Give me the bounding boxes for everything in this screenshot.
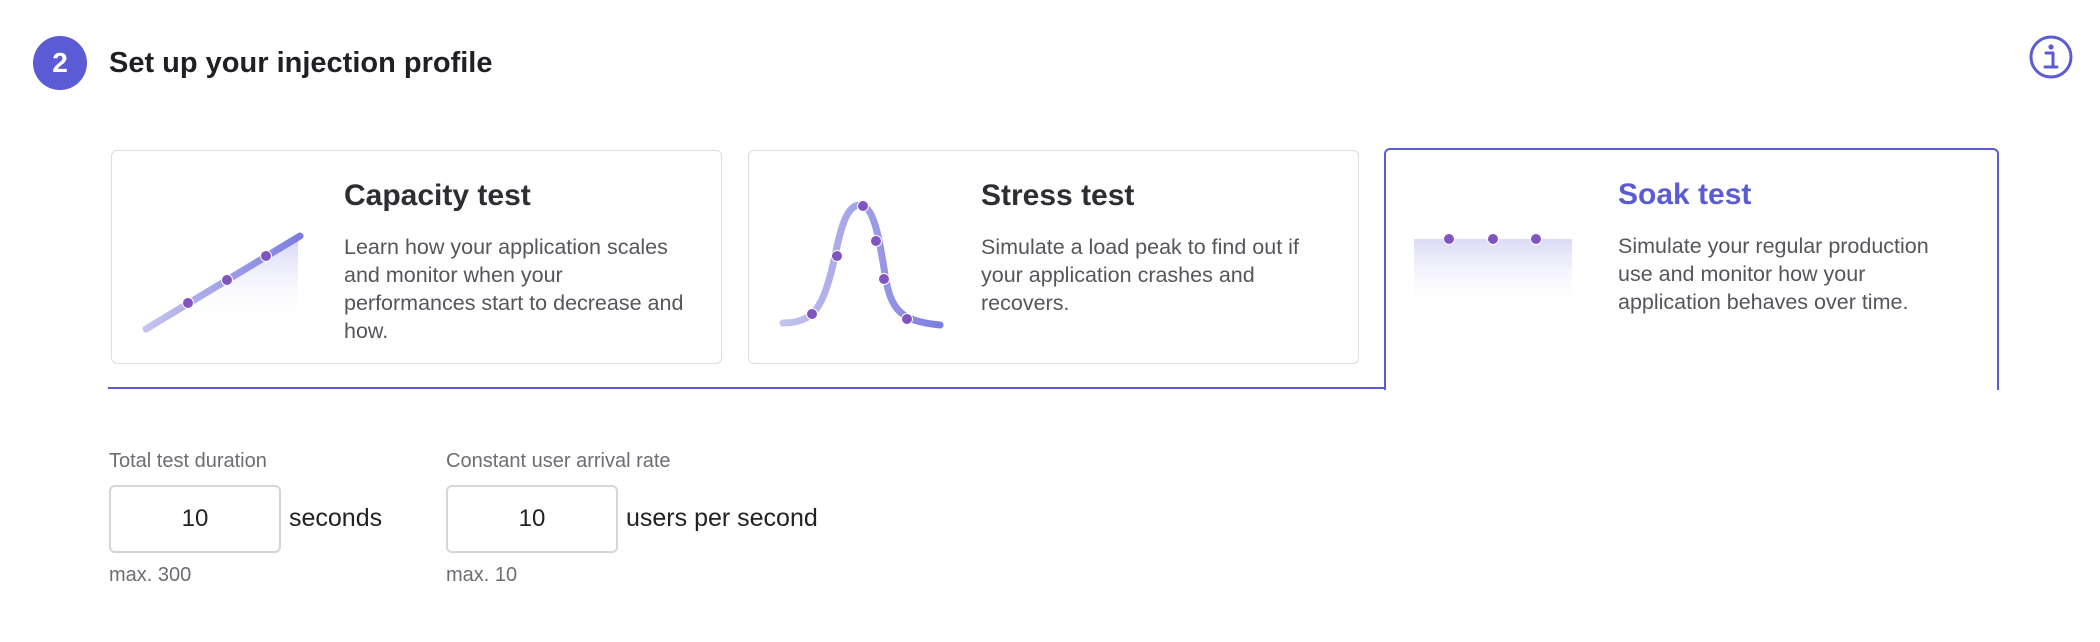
soak-flat-icon [1412, 233, 1576, 311]
profile-card-soak[interactable]: Soak test Simulate your regular producti… [1384, 148, 1999, 390]
profile-title: Capacity test [344, 179, 531, 212]
capacity-curve-icon [142, 232, 304, 333]
duration-input[interactable] [109, 485, 281, 553]
profile-card-stress[interactable]: Stress test Simulate a load peak to find… [748, 150, 1359, 364]
duration-max-hint: max. 300 [109, 564, 192, 586]
arrival-rate-max-hint: max. 10 [446, 564, 518, 586]
profile-title: Soak test [1618, 178, 1752, 211]
arrival-rate-label: Constant user arrival rate [446, 450, 671, 472]
selected-tab-underline [108, 387, 1386, 389]
profile-card-capacity[interactable]: Capacity test Learn how your application… [111, 150, 722, 364]
duration-label: Total test duration [109, 450, 267, 472]
profile-description: Simulate your regular production use and… [1618, 234, 1929, 314]
arrival-rate-input[interactable] [446, 485, 618, 553]
step-number-badge: 2 [33, 36, 87, 90]
duration-unit: seconds [289, 504, 383, 532]
section-title: Set up your injection profile [109, 47, 493, 79]
stress-peak-icon [779, 200, 944, 329]
info-circle-icon[interactable] [2028, 34, 2074, 80]
profile-description: Simulate a load peak to find out if your… [981, 235, 1299, 315]
profile-title: Stress test [981, 179, 1135, 212]
profile-description: Learn how your application scales and mo… [344, 235, 684, 343]
arrival-rate-unit: users per second [626, 504, 818, 532]
